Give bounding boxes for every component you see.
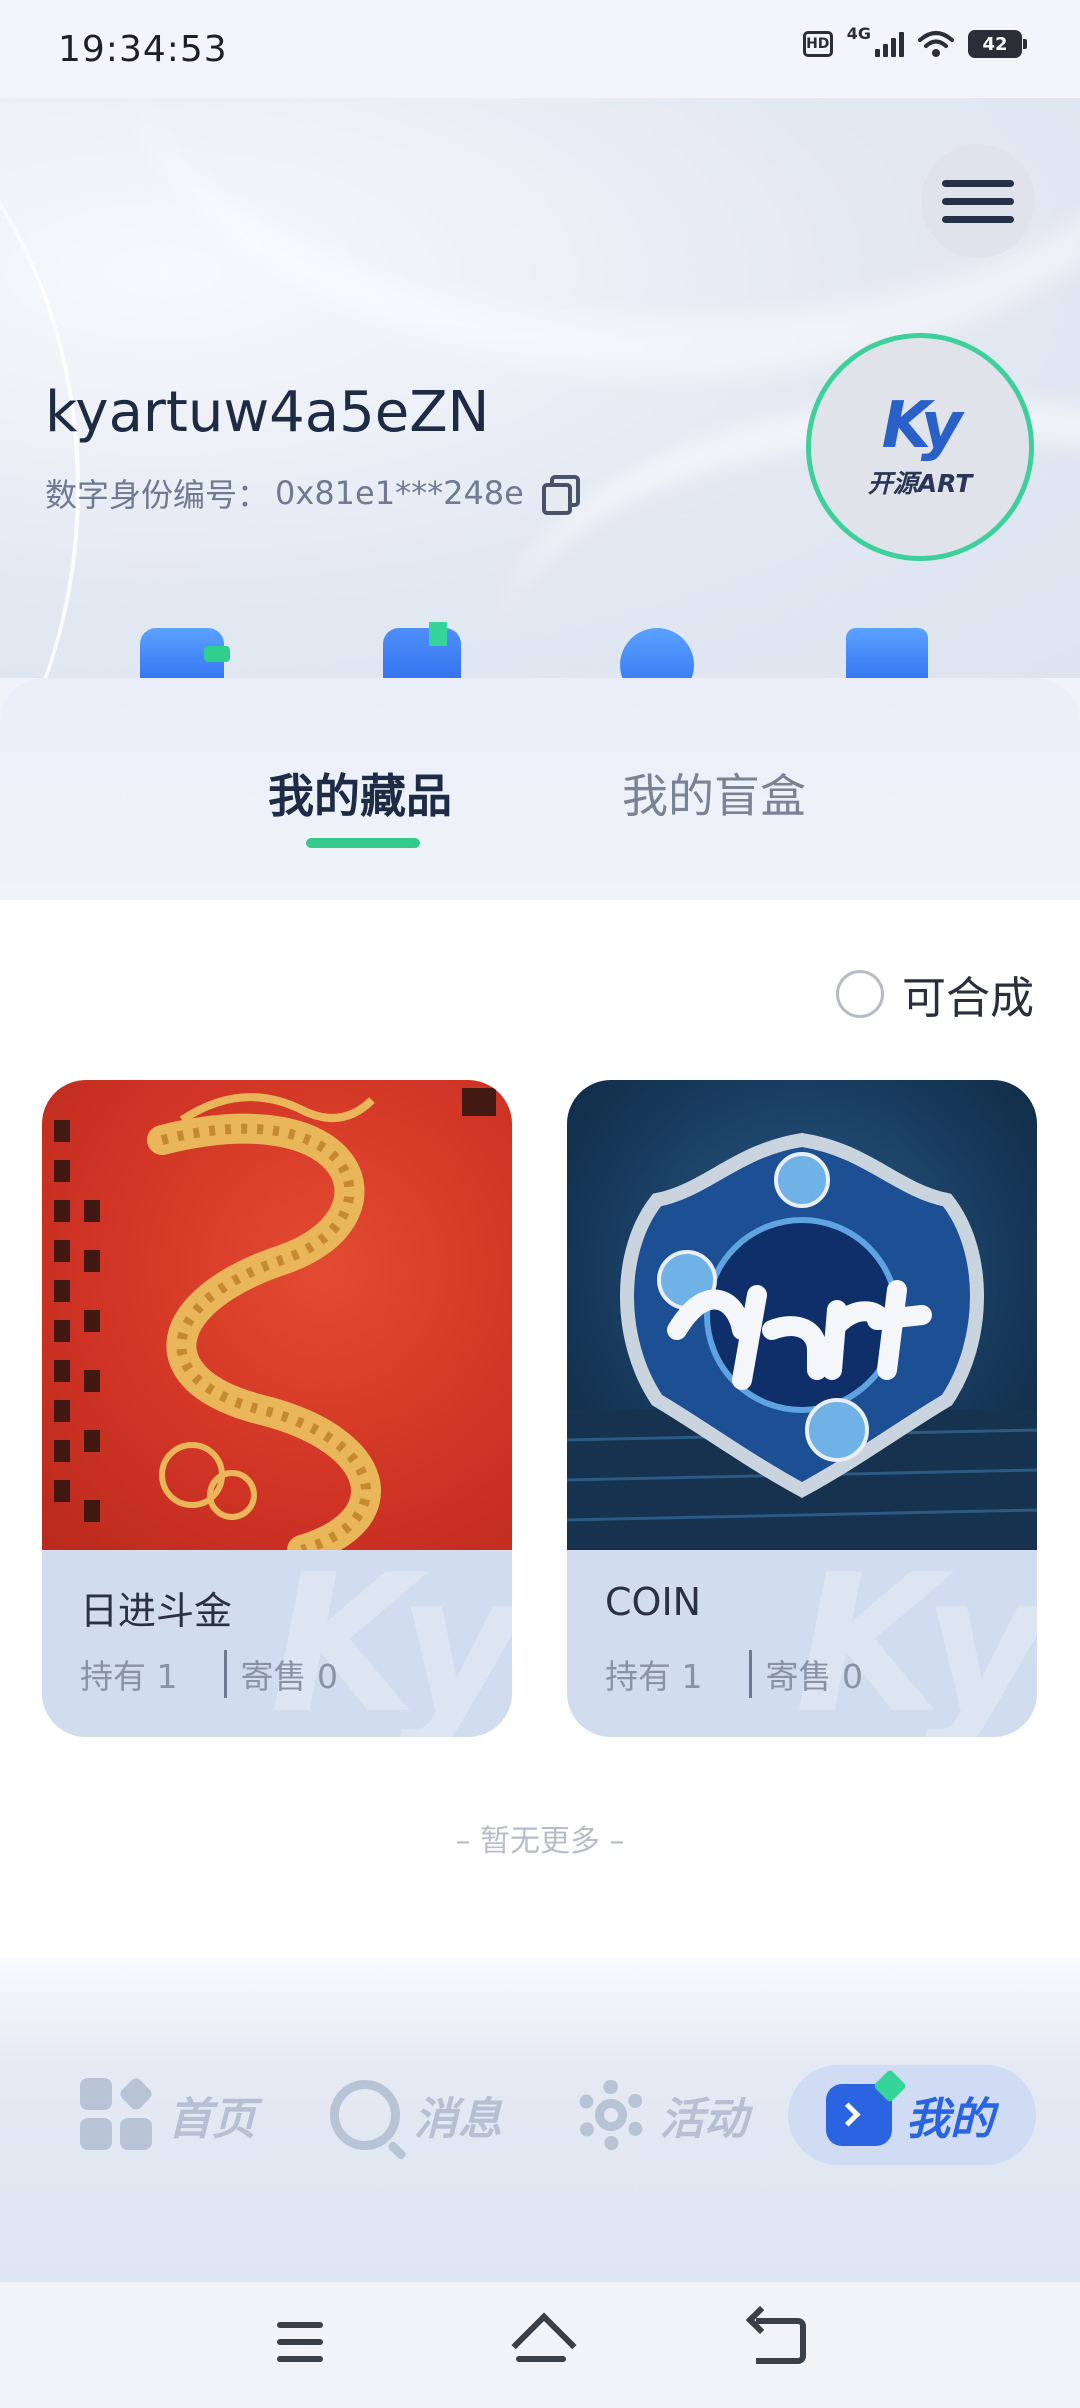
recent-apps-icon[interactable] [277, 2322, 323, 2362]
stats-divider [748, 1650, 752, 1698]
message-icon [330, 2080, 400, 2150]
digital-id: 数字身份编号： 0x81e1***248e [45, 470, 580, 516]
back-icon[interactable] [756, 2318, 806, 2364]
status-time: 19:34:53 [58, 28, 228, 70]
menu-icon-line [942, 215, 1014, 223]
collection-name: COIN [605, 1580, 702, 1624]
consign-count: 寄售 0 [765, 1657, 864, 1696]
tabs-panel: 我的藏品 我的盲盒 [0, 678, 1080, 900]
nav-activities-label: 活动 [660, 2094, 748, 2145]
nav-me-label: 我的 [906, 2094, 994, 2145]
digital-id-value: 0x81e1***248e [275, 474, 524, 512]
profile-icon [826, 2084, 892, 2146]
consign-count: 寄售 0 [240, 1657, 339, 1696]
menu-icon-line [942, 197, 1014, 205]
menu-button[interactable] [921, 144, 1035, 258]
screen: 19:34:53 HD 4G 42 kyartuw4a5eZN 数字身份编号： … [0, 0, 1080, 2408]
watermark-logo: Ky [795, 1534, 1037, 1738]
collection-name: 日进斗金 [80, 1589, 233, 1633]
nav-messages[interactable]: 消息 [330, 2065, 502, 2165]
status-icons: HD 4G 42 [802, 26, 1027, 58]
collection-image [567, 1080, 1037, 1550]
synthesizable-filter[interactable]: 可合成 [836, 962, 1034, 1026]
home-icon[interactable] [512, 2318, 570, 2366]
dragon-artwork [54, 1088, 496, 1550]
collection-image [42, 1080, 512, 1550]
status-bar: 19:34:53 HD 4G 42 [0, 0, 1080, 98]
nav-home-label: 首页 [168, 2094, 256, 2145]
collection-stats: 持有 1 寄售 0 [605, 1650, 863, 1698]
nav-me[interactable]: 我的 [788, 2065, 1036, 2165]
menu-icon-line [942, 179, 1014, 187]
digital-id-label: 数字身份编号： [45, 476, 270, 514]
grid-icon [80, 2075, 155, 2152]
watermark-logo: Ky [270, 1534, 512, 1738]
copy-icon[interactable] [540, 475, 580, 515]
collection-card[interactable]: Ky 日进斗金 持有 1 寄售 0 [42, 1080, 512, 1737]
collection-stats: 持有 1 寄售 0 [80, 1650, 338, 1698]
hd-icon: HD [802, 31, 833, 57]
coin-artwork [567, 1132, 1037, 1550]
tab-my-blind-boxes[interactable]: 我的盲盒 [622, 760, 806, 826]
network-type-label: 4G [846, 24, 871, 43]
nav-messages-label: 消息 [414, 2094, 502, 2145]
avatar[interactable]: Ky 开源ART [806, 333, 1034, 561]
active-tab-indicator [306, 838, 420, 848]
no-more-text: – 暂无更多 – [455, 1824, 625, 1859]
avatar-logo: Ky [881, 389, 963, 463]
synthesizable-label: 可合成 [902, 973, 1034, 1024]
avatar-logo-subtitle: 开源ART [867, 469, 973, 498]
collection-info: Ky 日进斗金 持有 1 寄售 0 [42, 1550, 512, 1737]
gear-icon [576, 2080, 646, 2150]
system-nav-bar [0, 2282, 1080, 2408]
signal-icon [875, 31, 904, 57]
collection-card[interactable]: Ky COIN 持有 1 寄售 0 [567, 1080, 1037, 1737]
bottom-nav: 首页 消息 活动 我的 [0, 1958, 1080, 2282]
nav-home[interactable]: 首页 [80, 2065, 256, 2165]
held-count: 持有 1 [605, 1657, 703, 1696]
stats-divider [223, 1650, 227, 1698]
collection-info: Ky COIN 持有 1 寄售 0 [567, 1550, 1037, 1737]
nav-activities[interactable]: 活动 [576, 2065, 748, 2165]
wifi-icon [918, 31, 954, 57]
held-count: 持有 1 [80, 1657, 178, 1696]
battery-icon: 42 [968, 30, 1027, 58]
tab-my-collections[interactable]: 我的藏品 [268, 760, 452, 826]
username: kyartuw4a5eZN [45, 380, 490, 445]
synthesizable-radio[interactable] [836, 970, 884, 1018]
